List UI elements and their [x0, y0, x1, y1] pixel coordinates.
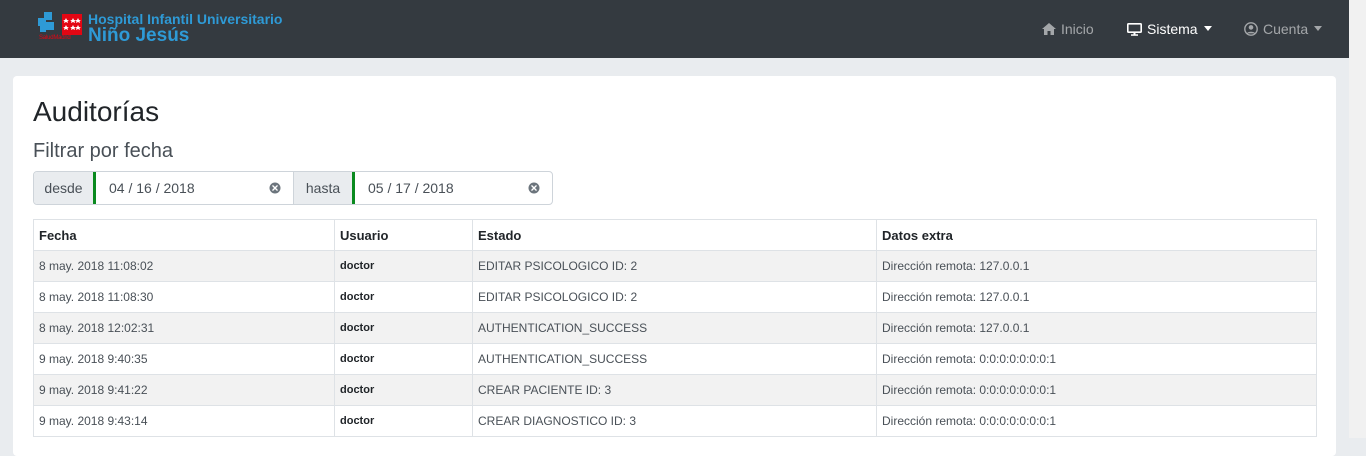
nav-inicio[interactable]: Inicio	[1042, 0, 1094, 58]
nav-inicio-label: Inicio	[1061, 21, 1094, 37]
cell-estado: CREAR DIAGNOSTICO ID: 3	[472, 405, 877, 437]
hasta-label: hasta	[293, 172, 352, 204]
nav-sistema-dropdown[interactable]: Sistema	[1127, 0, 1212, 58]
page-scrollbar[interactable]	[1349, 0, 1366, 438]
cell-usuario: doctor	[334, 405, 473, 437]
table-row: 8 may. 2018 11:08:30 doctor EDITAR PSICO…	[33, 281, 1317, 313]
cell-fecha: 9 may. 2018 9:43:14	[33, 405, 335, 437]
cell-usuario: doctor	[334, 374, 473, 406]
chevron-down-icon	[1314, 25, 1323, 31]
main-card: Auditorías Filtrar por fecha desde 04 / …	[13, 76, 1336, 456]
cell-estado: EDITAR PSICOLOGICO ID: 2	[472, 281, 877, 313]
header-fecha[interactable]: Fecha	[33, 219, 335, 251]
filter-title: Filtrar por fecha	[33, 140, 174, 162]
nav-cuenta-dropdown[interactable]: Cuenta	[1244, 0, 1323, 58]
table-row: 9 may. 2018 9:41:22 doctor CREAR PACIENT…	[33, 374, 1317, 406]
date-filter-group: desde 04 / 16 / 2018 hasta 05 / 17 / 201…	[33, 171, 553, 205]
cell-usuario: doctor	[334, 250, 473, 282]
desde-date-value: 04 / 16 / 2018	[109, 180, 195, 196]
cell-fecha: 9 may. 2018 9:41:22	[33, 374, 335, 406]
brand-subtitle: SaludMadrid	[39, 35, 71, 41]
cell-fecha: 9 may. 2018 9:40:35	[33, 343, 335, 375]
cell-fecha: 8 may. 2018 11:08:30	[33, 281, 335, 313]
page-title: Auditorías	[33, 96, 160, 127]
brand-title-line2: Niño Jesús	[88, 25, 190, 46]
header-usuario[interactable]: Usuario	[334, 219, 473, 251]
desde-date-input[interactable]: 04 / 16 / 2018	[93, 172, 293, 204]
table-row: 8 may. 2018 12:02:31 doctor AUTHENTICATI…	[33, 312, 1317, 344]
table-row: 9 may. 2018 9:40:35 doctor AUTHENTICATIO…	[33, 343, 1317, 375]
header-estado[interactable]: Estado	[472, 219, 877, 251]
chevron-down-icon	[1203, 25, 1212, 31]
cell-datos-extra: Dirección remota: 0:0:0:0:0:0:0:1	[876, 343, 1317, 375]
cell-fecha: 8 may. 2018 11:08:02	[33, 250, 335, 282]
nav-sistema-label: Sistema	[1147, 21, 1198, 37]
cell-datos-extra: Dirección remota: 0:0:0:0:0:0:0:1	[876, 374, 1317, 406]
cell-estado: CREAR PACIENTE ID: 3	[472, 374, 877, 406]
hasta-date-input[interactable]: 05 / 17 / 2018	[352, 172, 552, 204]
table-row: 8 may. 2018 11:08:02 doctor EDITAR PSICO…	[33, 250, 1317, 282]
cell-datos-extra: Dirección remota: 127.0.0.1	[876, 281, 1317, 313]
cell-estado: AUTHENTICATION_SUCCESS	[472, 343, 877, 375]
cell-estado: AUTHENTICATION_SUCCESS	[472, 312, 877, 344]
cell-datos-extra: Dirección remota: 127.0.0.1	[876, 312, 1317, 344]
cell-estado: EDITAR PSICOLOGICO ID: 2	[472, 250, 877, 282]
cell-datos-extra: Dirección remota: 0:0:0:0:0:0:0:1	[876, 405, 1317, 437]
clear-hasta-icon[interactable]	[528, 182, 540, 194]
user-circle-icon	[1244, 22, 1258, 36]
table-header-row: Fecha Usuario Estado Datos extra	[33, 219, 1317, 251]
hasta-date-value: 05 / 17 / 2018	[368, 180, 454, 196]
clear-desde-icon[interactable]	[269, 182, 281, 194]
cell-usuario: doctor	[334, 343, 473, 375]
nav-cuenta-label: Cuenta	[1263, 21, 1309, 37]
audit-table: Fecha Usuario Estado Datos extra 8 may. …	[33, 219, 1317, 437]
cell-datos-extra: Dirección remota: 127.0.0.1	[876, 250, 1317, 282]
cell-usuario: doctor	[334, 281, 473, 313]
cell-fecha: 8 may. 2018 12:02:31	[33, 312, 335, 344]
table-row: 9 may. 2018 9:43:14 doctor CREAR DIAGNOS…	[33, 405, 1317, 437]
monitor-icon	[1127, 22, 1142, 36]
home-icon	[1042, 23, 1056, 35]
desde-label: desde	[34, 172, 93, 204]
cell-usuario: doctor	[334, 312, 473, 344]
header-datos-extra[interactable]: Datos extra	[876, 219, 1317, 251]
top-navbar: SaludMadrid Hospital Infantil Universita…	[0, 0, 1366, 58]
